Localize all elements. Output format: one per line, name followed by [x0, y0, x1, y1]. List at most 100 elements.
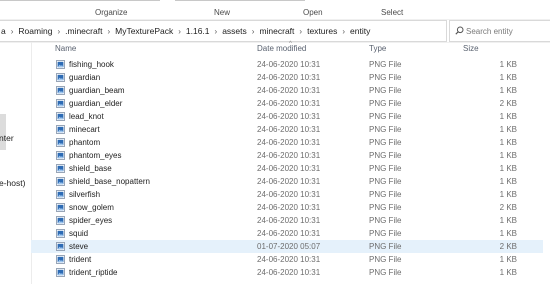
breadcrumb-item[interactable]: Roaming — [17, 21, 53, 41]
file-row[interactable]: trident 24-06-2020 10:31 PNG File 1 KB — [31, 253, 550, 266]
file-date-modified: 24-06-2020 10:31 — [257, 216, 321, 225]
breadcrumb-separator-icon[interactable]: › — [295, 22, 306, 41]
breadcrumb-item[interactable]: minecraft — [258, 21, 295, 41]
file-size: 1 KB — [499, 216, 517, 225]
file-type: PNG File — [369, 255, 402, 264]
column-header-size[interactable]: Size — [463, 44, 479, 53]
file-row[interactable]: shield_base 24-06-2020 10:31 PNG File 1 KB — [31, 162, 550, 175]
file-type: PNG File — [369, 242, 402, 251]
file-type: PNG File — [369, 164, 402, 173]
ribbon-open-label: Open — [303, 8, 323, 17]
ribbon-select-label: Select — [381, 8, 404, 17]
file-size: 1 KB — [499, 229, 517, 238]
file-size: 2 KB — [499, 99, 517, 108]
file-size: 1 KB — [499, 177, 517, 186]
file-name: shield_base — [69, 164, 112, 173]
ribbon-scrap — [0, 0, 160, 4]
file-size: 1 KB — [499, 138, 517, 147]
breadcrumb-item[interactable]: .minecraft — [64, 21, 103, 41]
breadcrumb-separator-icon[interactable]: › — [103, 22, 114, 41]
nav-item[interactable]: e-host) — [0, 178, 25, 188]
file-date-modified: 24-06-2020 10:31 — [257, 164, 321, 173]
file-size: 1 KB — [499, 164, 517, 173]
breadcrumb-separator-icon[interactable]: › — [211, 22, 222, 41]
file-type: PNG File — [369, 99, 402, 108]
file-row[interactable]: snow_golem 24-06-2020 10:31 PNG File 2 KB — [31, 201, 550, 214]
breadcrumb-item[interactable]: MyTexturePack — [114, 21, 174, 41]
file-row[interactable]: guardian_elder 24-06-2020 10:31 PNG File 2 … — [31, 97, 550, 110]
breadcrumb-separator-icon[interactable]: › — [174, 22, 185, 41]
file-type: PNG File — [369, 125, 402, 134]
file-type: PNG File — [369, 73, 402, 82]
file-size: 1 KB — [499, 73, 517, 82]
png-image-file-icon — [56, 203, 65, 212]
breadcrumb-item[interactable]: assets — [221, 21, 248, 41]
file-row[interactable]: guardian 24-06-2020 10:31 PNG File 1 KB — [31, 71, 550, 84]
breadcrumb-separator-icon[interactable]: › — [53, 22, 64, 41]
file-date-modified: 24-06-2020 10:31 — [257, 255, 321, 264]
nav-scrollbar-thumb[interactable] — [0, 114, 6, 150]
file-size: 2 KB — [499, 242, 517, 251]
file-type: PNG File — [369, 138, 402, 147]
file-row[interactable]: steve 01-07-2020 05:07 PNG File 2 KB — [31, 240, 550, 253]
file-size: 1 KB — [499, 125, 517, 134]
file-date-modified: 24-06-2020 10:31 — [257, 60, 321, 69]
column-header-name[interactable]: Name — [55, 44, 76, 53]
breadcrumb-separator-icon[interactable]: › — [338, 22, 349, 41]
file-name: fishing_hook — [69, 60, 114, 69]
file-row[interactable]: trident_riptide 24-06-2020 10:31 PNG File 1… — [31, 266, 550, 279]
breadcrumb-item[interactable]: a — [0, 21, 7, 41]
file-row[interactable]: phantom_eyes 24-06-2020 10:31 PNG File 1 KB — [31, 149, 550, 162]
breadcrumb-item[interactable]: 1.16.1 — [185, 21, 211, 41]
png-image-file-icon — [56, 229, 65, 238]
breadcrumb-separator-icon[interactable]: › — [7, 22, 18, 41]
png-image-file-icon — [56, 216, 65, 225]
navigation-pane[interactable]: nter e-host) — [0, 42, 32, 284]
png-image-file-icon — [56, 138, 65, 147]
breadcrumb-item[interactable]: textures — [306, 21, 338, 41]
file-row[interactable]: shield_base_nopattern 24-06-2020 10:31 PNG… — [31, 175, 550, 188]
file-row[interactable]: minecart 24-06-2020 10:31 PNG File 1 KB — [31, 123, 550, 136]
png-image-file-icon — [56, 125, 65, 134]
vertical-scrollbar[interactable] — [540, 58, 550, 284]
file-name: trident_riptide — [69, 268, 118, 277]
file-date-modified: 24-06-2020 10:31 — [257, 268, 321, 277]
breadcrumb-separator-icon[interactable]: › — [248, 22, 259, 41]
file-type: PNG File — [369, 268, 402, 277]
file-name: phantom — [69, 138, 101, 147]
ribbon-scrap — [175, 0, 305, 4]
file-size: 1 KB — [499, 190, 517, 199]
png-image-file-icon — [56, 177, 65, 186]
png-image-file-icon — [56, 151, 65, 160]
png-image-file-icon — [56, 190, 65, 199]
file-date-modified: 24-06-2020 10:31 — [257, 99, 321, 108]
file-list: fishing_hook 24-06-2020 10:31 PNG File 1 KB… — [31, 58, 550, 279]
file-name: spider_eyes — [69, 216, 113, 225]
file-name: minecart — [69, 125, 100, 134]
file-size: 2 KB — [499, 203, 517, 212]
file-name: guardian — [69, 73, 101, 82]
file-row[interactable]: spider_eyes 24-06-2020 10:31 PNG File 1 KB — [31, 214, 550, 227]
file-type: PNG File — [369, 86, 402, 95]
file-size: 1 KB — [499, 255, 517, 264]
file-date-modified: 24-06-2020 10:31 — [257, 138, 321, 147]
file-row[interactable]: silverfish 24-06-2020 10:31 PNG File 1 KB — [31, 188, 550, 201]
search-box[interactable]: Search entity — [449, 20, 550, 42]
file-row[interactable]: fishing_hook 24-06-2020 10:31 PNG File 1 KB — [31, 58, 550, 71]
nav-item[interactable]: nter — [0, 133, 14, 143]
column-header-date[interactable]: Date modified — [257, 44, 306, 53]
file-name: guardian_elder — [69, 99, 123, 108]
file-row[interactable]: guardian_beam 24-06-2020 10:31 PNG File 1 K… — [31, 84, 550, 97]
file-row[interactable]: lead_knot 24-06-2020 10:31 PNG File 1 KB — [31, 110, 550, 123]
search-input[interactable]: Search entity — [466, 27, 513, 36]
file-name: lead_knot — [69, 112, 104, 121]
breadcrumb[interactable]: a › Roaming › .minecraft › MyTexturePack › 1.16.… — [0, 20, 447, 42]
ribbon-new-label: New — [214, 8, 231, 17]
png-image-file-icon — [56, 164, 65, 173]
column-header-type[interactable]: Type — [369, 44, 386, 53]
vertical-scrollbar-thumb[interactable] — [543, 58, 550, 254]
file-row[interactable]: phantom 24-06-2020 10:31 PNG File 1 KB — [31, 136, 550, 149]
breadcrumb-item[interactable]: entity — [349, 21, 371, 41]
png-image-file-icon — [56, 86, 65, 95]
file-row[interactable]: squid 24-06-2020 10:31 PNG File 1 KB — [31, 227, 550, 240]
